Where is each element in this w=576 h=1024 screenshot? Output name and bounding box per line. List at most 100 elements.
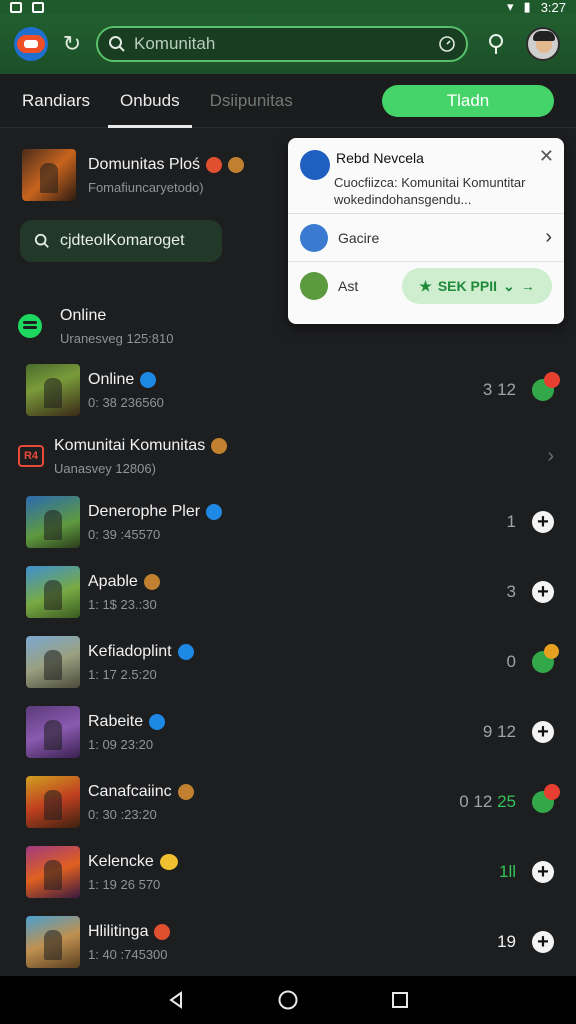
- status-bar: ▾ ▮ 3:27: [0, 0, 576, 15]
- search-icon: [34, 233, 49, 248]
- profile-avatar[interactable]: [526, 27, 560, 61]
- list-item[interactable]: Rabeite 1: 09 23:20 9 12 +: [0, 700, 576, 764]
- row-title: Apable: [88, 572, 138, 590]
- chevron-right-icon[interactable]: ›: [547, 445, 554, 468]
- game-thumbnail: [26, 776, 80, 828]
- add-icon[interactable]: +: [532, 511, 554, 533]
- row-count-value: 0 12: [459, 792, 493, 811]
- top-app-bar: ↻: [0, 14, 576, 74]
- list-item[interactable]: Kefiadoplint 1: 17 2.5:20 0: [0, 630, 576, 694]
- search-input[interactable]: [126, 34, 438, 54]
- row-count: 1: [506, 512, 516, 531]
- list-item[interactable]: Online 0: 38 236560 3 12: [0, 358, 576, 422]
- tab-randiars[interactable]: Randiars: [22, 74, 90, 128]
- row-subtitle: 0: 38 236560: [88, 394, 164, 410]
- popup-title: Rebd Nevcela: [336, 150, 424, 166]
- emoji-icon: [159, 853, 178, 870]
- row-subtitle: 1: 09 23:20: [88, 736, 154, 752]
- list-item[interactable]: Canafcaiinc 0: 30 :23:20 0 12 25: [0, 770, 576, 834]
- popup-option-ast[interactable]: Ast ★ SEK PPII ⌄ →: [288, 262, 564, 310]
- system-nav-bar: [0, 976, 576, 1024]
- row-count: 19: [497, 932, 516, 951]
- app-logo[interactable]: [14, 27, 48, 61]
- star-icon: ★: [419, 277, 432, 294]
- trade-button[interactable]: Tladn: [382, 84, 554, 117]
- row-subtitle: Uanasvey 12806): [54, 460, 156, 476]
- featured-community[interactable]: Domunitas Ploś Fomafiuncaryetodo): [22, 146, 282, 204]
- popup-option-label: Gacire: [338, 229, 380, 246]
- popup-action-button[interactable]: ★ SEK PPII ⌄ →: [402, 268, 552, 304]
- tab-bar: Randiars Onbuds Dsiipunitas Tladn: [0, 74, 576, 128]
- game-thumbnail: [22, 149, 76, 201]
- game-thumbnail: [26, 496, 80, 548]
- featured-title: Domunitas Ploś: [88, 155, 201, 173]
- verified-icon: [149, 713, 166, 730]
- tab-onbuds[interactable]: Onbuds: [108, 74, 192, 128]
- search-icon: [109, 36, 125, 52]
- wifi-icon: ▾: [507, 0, 514, 14]
- row-subtitle: 1: 19 26 570: [88, 876, 161, 892]
- featured-subtitle: Fomafiuncaryetodo): [88, 179, 204, 195]
- app-screen: ▾ ▮ 3:27 ↻ Randiars Onbuds Dsiip: [0, 0, 576, 1024]
- search-bar[interactable]: [96, 26, 468, 62]
- verified-icon: [140, 371, 157, 388]
- row-subtitle: 1: 40 :745300: [88, 946, 168, 962]
- add-icon[interactable]: +: [532, 861, 554, 883]
- popup-avatar: [300, 150, 330, 180]
- row-count: 3 12: [482, 380, 516, 399]
- home-icon[interactable]: [277, 989, 299, 1011]
- row-title: Denerophe Pler: [88, 502, 201, 520]
- game-thumbnail: [26, 364, 80, 416]
- row-subtitle: 1: 1$ 23.:30: [88, 596, 157, 612]
- verified-icon: [177, 643, 194, 660]
- spotify-icon: [18, 314, 42, 338]
- popup-option-game[interactable]: Gacire ›: [288, 214, 564, 262]
- game-thumbnail: [26, 566, 80, 618]
- notification-icon: [32, 1, 44, 13]
- row-subtitle: 0: 39 :45570: [88, 526, 161, 542]
- timer-icon[interactable]: [438, 35, 456, 53]
- row-count: 0: [506, 652, 516, 671]
- add-icon[interactable]: +: [532, 721, 554, 743]
- game-icon: [300, 223, 328, 252]
- status-badge-icon[interactable]: [532, 784, 560, 813]
- list-item[interactable]: Denerophe Pler 0: 39 :45570 1 +: [0, 490, 576, 554]
- tab-dsiipunitas[interactable]: Dsiipunitas: [210, 74, 293, 128]
- back-icon[interactable]: [166, 990, 186, 1010]
- row-title: Canafcaiinc: [88, 782, 172, 800]
- popup-option-label: Ast: [338, 278, 359, 294]
- list-item[interactable]: Hlilitinga 1: 40 :745300 19 +: [0, 910, 576, 974]
- game-thumbnail: [26, 706, 80, 758]
- recents-icon[interactable]: [390, 990, 410, 1010]
- row-count-green: 1ll: [498, 862, 516, 881]
- add-icon[interactable]: +: [532, 931, 554, 953]
- row-title: Komunitai Komunitas: [54, 436, 206, 454]
- row-subtitle: 1: 17 2.5:20: [88, 666, 157, 682]
- refresh-icon[interactable]: ↻: [60, 31, 84, 56]
- emoji-icon: [211, 437, 228, 454]
- list-item[interactable]: Apable 1: 1$ 23.:30 3 +: [0, 560, 576, 624]
- arrow-right-icon: →: [520, 278, 535, 294]
- game-thumbnail: [26, 916, 80, 968]
- emoji-icon: [228, 156, 245, 173]
- community-icon: [300, 272, 328, 300]
- verified-icon: [206, 503, 223, 520]
- popup-action-label: SEK PPII: [437, 278, 497, 294]
- row-title: Rabeite: [88, 712, 144, 730]
- emoji-icon: [177, 783, 194, 800]
- row-count: 3: [506, 582, 516, 601]
- status-badge-icon[interactable]: [532, 372, 560, 401]
- community-search-chip[interactable]: cjdteolKomaroget: [20, 220, 222, 262]
- emoji-icon: [154, 923, 171, 940]
- status-time: 3:27: [540, 0, 566, 15]
- notification-popup: Rebd Nevcela Cuocfiizca: Komunitai Komun…: [288, 138, 564, 324]
- list-item[interactable]: Kelencke 1: 19 26 570 1ll +: [0, 840, 576, 904]
- location-pin-icon[interactable]: [484, 32, 508, 56]
- chevron-down-icon: ⌄: [502, 277, 515, 294]
- add-icon[interactable]: +: [532, 581, 554, 603]
- close-icon[interactable]: ✕: [539, 146, 554, 167]
- list-item[interactable]: R4 Komunitai Komunitas Uanasvey 12806) ›: [0, 424, 576, 488]
- status-badge-icon[interactable]: [532, 644, 559, 673]
- emoji-icon: [143, 573, 160, 590]
- row-count-green: 25: [497, 792, 516, 811]
